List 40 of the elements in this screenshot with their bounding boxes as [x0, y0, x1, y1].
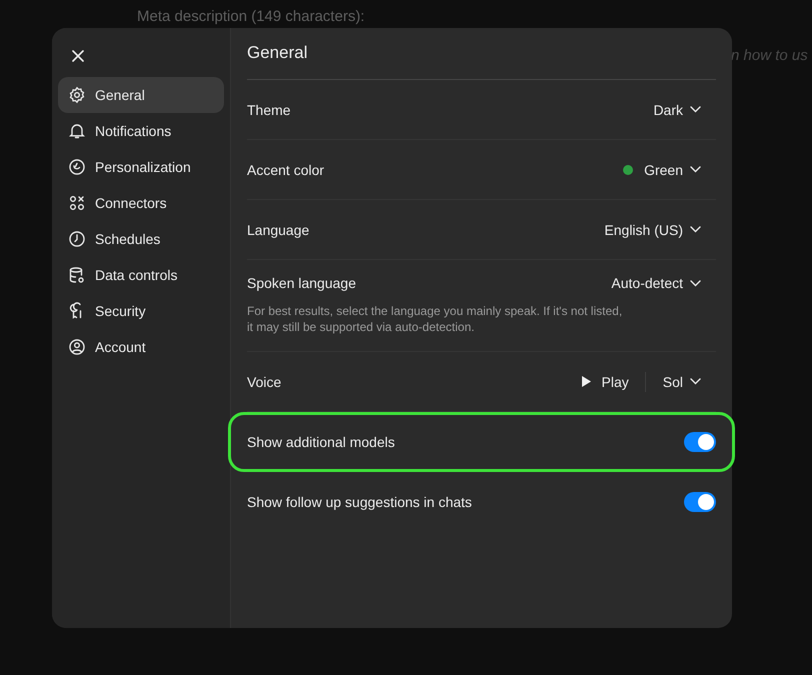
- database-icon: [68, 266, 86, 284]
- sidebar-item[interactable]: General: [58, 77, 224, 113]
- gear-icon: [68, 86, 86, 104]
- sidebar-item[interactable]: Notifications: [58, 113, 224, 149]
- dropdown-button[interactable]: Auto-detect: [611, 275, 716, 291]
- dropdown-button[interactable]: Sol: [662, 374, 716, 390]
- clock-icon: [68, 230, 86, 248]
- chevron-down-icon: [690, 106, 701, 113]
- person-icon: [68, 338, 86, 356]
- panel-title: General: [247, 43, 308, 64]
- bell-icon: [68, 122, 86, 140]
- setting-label: Show additional models: [247, 434, 395, 450]
- setting-label: Accent color: [247, 162, 324, 178]
- sidebar-item[interactable]: Schedules: [58, 221, 224, 257]
- toggle-switch[interactable]: [684, 432, 716, 452]
- dropdown-button[interactable]: English (US): [604, 222, 716, 238]
- dropdown-button[interactable]: Green: [623, 162, 716, 178]
- swirl-icon: [68, 158, 86, 176]
- sidebar-item[interactable]: Account: [58, 329, 224, 365]
- setting-label: Theme: [247, 102, 291, 118]
- toggle-switch[interactable]: [684, 492, 716, 512]
- chevron-down-icon: [690, 166, 701, 173]
- sidebar-item[interactable]: Connectors: [58, 185, 224, 221]
- setting-description: For best results, select the language you mainly speak. If it's not listed, it may still be supported via auto-detection.: [247, 303, 624, 335]
- chevron-down-icon: [690, 378, 701, 385]
- sidebar-item[interactable]: Security: [58, 293, 224, 329]
- setting-label: Voice: [247, 374, 282, 390]
- chevron-down-icon: [690, 280, 701, 286]
- sidebar-item[interactable]: Personalization: [58, 149, 224, 185]
- sidebar-item[interactable]: Data controls: [58, 257, 224, 293]
- background-heading: Meta description (149 characters):: [137, 8, 365, 26]
- nodes-icon: [68, 194, 86, 212]
- dropdown-button[interactable]: Dark: [653, 102, 716, 118]
- play-icon: [580, 375, 592, 388]
- play-button[interactable]: Play: [580, 374, 645, 390]
- chevron-down-icon: [690, 226, 701, 233]
- setting-label: Spoken language: [247, 275, 356, 291]
- setting-label: Show follow up suggestions in chats: [247, 494, 472, 510]
- close-icon[interactable]: [71, 49, 85, 63]
- setting-label: Language: [247, 222, 310, 238]
